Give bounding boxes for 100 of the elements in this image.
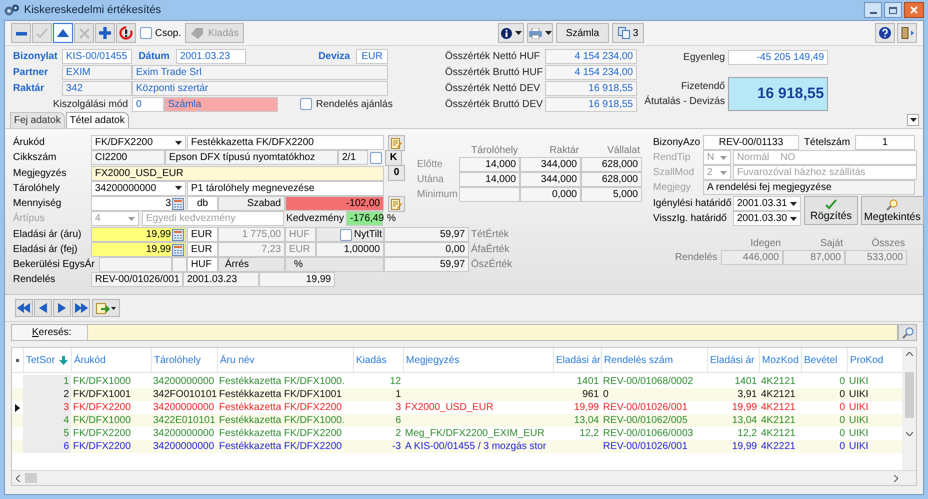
table-row[interactable]: 2 FK/DFX1001 342FO010101 Festékkazetta FK/DFX1001 1 961 0 3,91 4K2121 0 UIKI <box>12 388 902 401</box>
dropdown-caret-icon[interactable] <box>514 31 522 35</box>
minimize-button[interactable] <box>864 2 882 18</box>
view-button[interactable]: Megtekintés <box>861 196 924 225</box>
minus-button[interactable] <box>11 23 31 43</box>
first-record-icon <box>17 303 31 313</box>
copies-button[interactable]: 3 <box>612 23 644 43</box>
field: 16 918,55 <box>545 80 637 96</box>
column-header[interactable]: Árukód <box>74 352 106 368</box>
dropdown-field[interactable]: 2001.03.31 <box>733 196 801 211</box>
dropdown-field[interactable]: 34200000000 <box>91 180 186 196</box>
column-header[interactable]: TetSor <box>26 352 55 368</box>
field-label: Minimum <box>417 188 459 202</box>
checkbox-label: Rendelés ajánlás <box>316 98 393 112</box>
table-row[interactable]: 6 FK/DFX2200 34200000000 Festékkazetta FK/DFX2200 -3 A KIS-00/01455 / 3 mozgás stor REV-00/01026/001 19,99 4K2221 0 UIKI <box>12 440 902 453</box>
column-header[interactable]: MozKod <box>762 352 799 368</box>
small-button[interactable]: K <box>385 150 402 166</box>
plus-button[interactable] <box>95 23 115 43</box>
column-header[interactable]: Áru név <box>220 352 254 368</box>
calculator-icon[interactable] <box>172 244 184 256</box>
last-button[interactable] <box>72 299 90 317</box>
checkbox[interactable] <box>370 152 382 164</box>
field-label: Ártípus <box>13 211 46 226</box>
dropdown-caret-icon[interactable] <box>175 140 182 144</box>
table-row[interactable]: 4 FK/DFX1000 3422E010101 Festékkazetta FK/DFX1000. 6 13,04 REV-00/01062/005 13,04 4K2121 0 UIKI <box>12 414 902 427</box>
scrollbar-thumb[interactable] <box>904 372 914 418</box>
export-button[interactable] <box>92 299 120 317</box>
field: EUR <box>187 227 218 242</box>
field-label: Fizetendő <box>681 80 725 94</box>
small-button[interactable]: 0 <box>388 165 405 182</box>
table-cell-text: 34200000000 <box>152 401 216 414</box>
current-row-icon <box>15 404 20 412</box>
alert-button[interactable] <box>116 23 136 43</box>
up-button[interactable] <box>53 23 73 43</box>
field-label: Tárolóhely <box>13 182 61 196</box>
column-header[interactable]: Eladási ár <box>710 352 754 368</box>
help-button[interactable] <box>875 23 895 43</box>
column-header[interactable]: Kiadás <box>356 352 387 368</box>
table-cell-text: Festékkazetta FK/DFX2200 <box>218 427 343 440</box>
table-cell-text: FX2000_USD_EUR <box>404 401 494 414</box>
calculator-icon[interactable] <box>172 198 184 210</box>
tab[interactable]: Fej adatok <box>10 112 65 128</box>
maximize-button[interactable] <box>884 2 902 18</box>
table-cell-text: UIKI <box>848 414 870 427</box>
edit-note-button[interactable] <box>388 134 405 150</box>
column-header[interactable]: Megjegyzés <box>406 352 460 368</box>
check-icon <box>36 28 48 38</box>
scrollbar-thumb[interactable] <box>25 473 37 483</box>
field: Fuvarozóval házhoz szállítás <box>733 165 917 180</box>
close-button[interactable] <box>904 2 924 18</box>
checkbox[interactable] <box>140 27 152 39</box>
table-cell-text: UIKI <box>848 401 870 414</box>
price-field[interactable]: 19,99 <box>91 227 186 242</box>
field-label: Kedvezmény <box>285 212 345 226</box>
check-icon <box>825 199 837 210</box>
field-label: Bizonylat <box>13 50 58 64</box>
search-button[interactable] <box>898 324 917 341</box>
calculator-icon[interactable] <box>172 228 184 241</box>
dropdown-caret-icon[interactable] <box>790 216 797 220</box>
exit-button[interactable] <box>897 23 917 43</box>
column-header[interactable]: Eladási ár <box>556 352 600 368</box>
edit-note-button[interactable] <box>388 196 405 212</box>
table-cell-text: 4K2121 <box>760 414 796 427</box>
dropdown-caret-icon[interactable] <box>175 186 182 190</box>
dropdown-field[interactable]: FK/DFX2200 <box>91 135 186 150</box>
print-dropdown-button[interactable] <box>527 23 553 43</box>
column-header[interactable]: ProKod <box>850 352 884 368</box>
table-cell-text: 3,91 <box>736 388 758 401</box>
column-header[interactable]: Bevétel <box>804 352 838 368</box>
dropdown-caret-icon[interactable] <box>544 31 552 35</box>
dropdown-caret-icon[interactable] <box>790 202 797 206</box>
info-dropdown-button[interactable] <box>498 23 524 43</box>
checkbox[interactable] <box>340 228 352 241</box>
invoice-button[interactable]: Számla <box>556 23 609 43</box>
tab-menu-button[interactable] <box>907 114 919 126</box>
field: 0,00 <box>384 242 469 258</box>
save-button[interactable]: Rögzítés <box>804 196 858 225</box>
first-button[interactable] <box>15 299 33 317</box>
scroll-down-icon[interactable] <box>906 432 912 436</box>
field-label: SzallMod <box>653 166 696 180</box>
scroll-up-icon[interactable] <box>906 352 912 356</box>
scroll-left-icon[interactable] <box>16 474 20 482</box>
table-cell-text: 13,04 <box>730 414 758 427</box>
dropdown-field[interactable]: 2001.03.30 <box>733 211 801 226</box>
checkbox[interactable] <box>300 98 312 110</box>
price-field[interactable]: 19,99 <box>91 242 186 258</box>
close-icon <box>910 6 918 14</box>
column-header[interactable]: Tárolóhely <box>154 352 201 368</box>
tab[interactable]: Tétel adatok <box>66 112 129 128</box>
next-button[interactable] <box>53 299 71 317</box>
magnifier-icon <box>886 199 898 211</box>
dropdown-caret-icon[interactable] <box>910 118 916 122</box>
field-label: Megjegyzés <box>13 166 68 181</box>
field: 1 <box>855 135 915 150</box>
sort-down-icon[interactable] <box>59 356 68 364</box>
column-header[interactable]: Rendelés szám <box>604 352 673 368</box>
scroll-right-icon[interactable] <box>894 474 898 482</box>
prev-button[interactable] <box>34 299 52 317</box>
quantity-field[interactable]: 3 <box>91 196 186 212</box>
table-cell-text: UIKI <box>848 388 870 401</box>
